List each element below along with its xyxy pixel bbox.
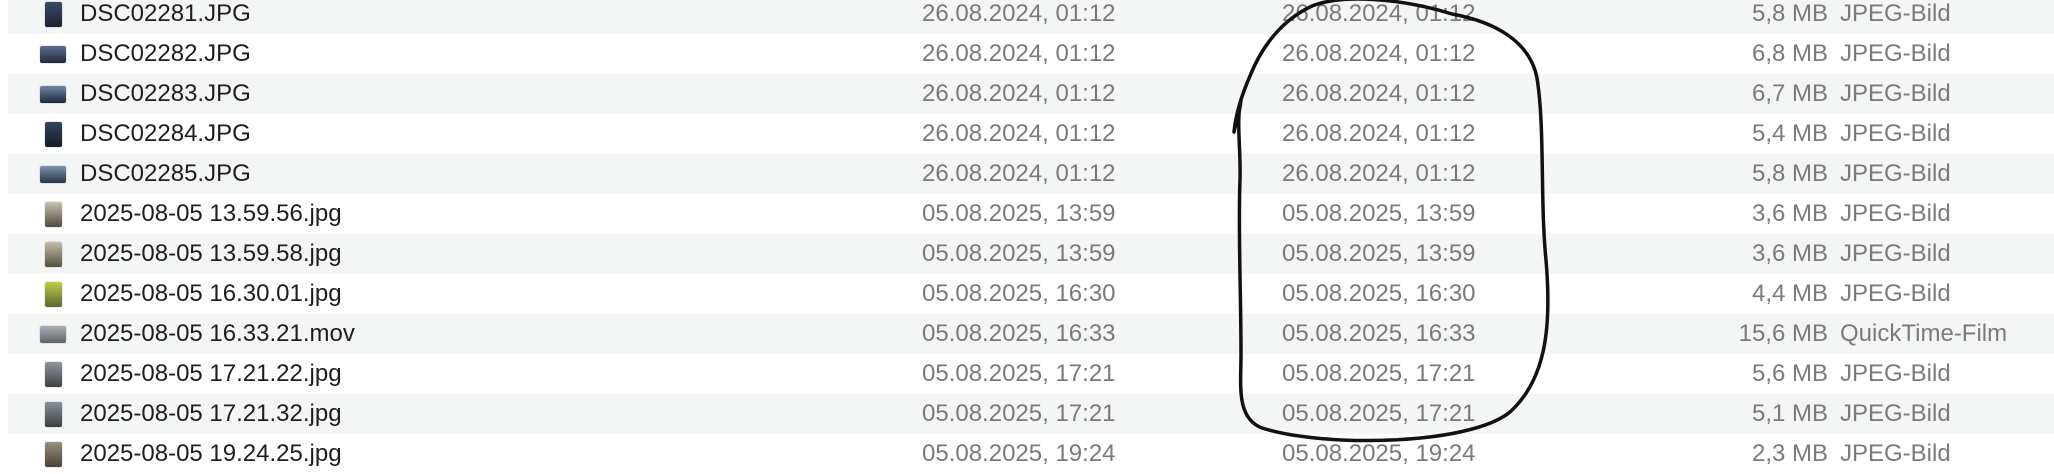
photo-landscape-icon	[40, 41, 66, 67]
video-thumbnail-icon	[40, 321, 66, 347]
file-name: 2025-08-05 13.59.56.jpg	[80, 200, 342, 227]
file-row[interactable]: DSC02281.JPG 26.08.2024, 01:12 26.08.2024,…	[8, 0, 2054, 34]
date-modified: 05.08.2025, 17:21	[1282, 400, 1476, 427]
file-size: 5,4 MB	[1751, 120, 1828, 147]
date-modified: 26.08.2024, 01:12	[1282, 40, 1476, 67]
file-row[interactable]: 2025-08-05 13.59.58.jpg 05.08.2025, 13:59…	[8, 234, 2054, 274]
file-name: DSC02283.JPG	[80, 80, 251, 107]
date-created: 05.08.2025, 17:21	[922, 360, 1116, 387]
date-created: 26.08.2024, 01:12	[922, 120, 1116, 147]
photo-portrait-icon	[40, 361, 66, 387]
file-size: 3,6 MB	[1751, 200, 1828, 227]
thumbnail-image	[44, 241, 62, 267]
date-modified: 05.08.2025, 13:59	[1282, 240, 1476, 267]
date-modified: 05.08.2025, 19:24	[1282, 440, 1476, 467]
thumbnail-image	[44, 361, 62, 387]
date-modified: 26.08.2024, 01:12	[1282, 80, 1476, 107]
photo-portrait-icon	[40, 441, 66, 467]
file-size: 5,8 MB	[1751, 160, 1828, 187]
file-row[interactable]: DSC02283.JPG 26.08.2024, 01:12 26.08.2024,…	[8, 74, 2054, 114]
thumbnail-image	[40, 325, 66, 343]
file-size: 5,8 MB	[1751, 0, 1828, 27]
file-size: 4,4 MB	[1751, 280, 1828, 307]
file-row[interactable]: 2025-08-05 17.21.32.jpg 05.08.2025, 17:21…	[8, 394, 2054, 434]
file-row[interactable]: 2025-08-05 16.30.01.jpg 05.08.2025, 16:30…	[8, 274, 2054, 314]
date-created: 05.08.2025, 19:24	[922, 440, 1116, 467]
date-modified: 26.08.2024, 01:12	[1282, 0, 1476, 27]
file-size: 15,6 MB	[1738, 320, 1828, 347]
thumbnail-image	[44, 1, 62, 27]
thumbnail-image	[44, 401, 62, 427]
file-kind: JPEG-Bild	[1840, 200, 1951, 227]
file-name: 2025-08-05 19.24.25.jpg	[80, 440, 342, 467]
file-kind: JPEG-Bild	[1840, 240, 1951, 267]
date-modified: 26.08.2024, 01:12	[1282, 160, 1476, 187]
file-kind: JPEG-Bild	[1840, 160, 1951, 187]
date-modified: 05.08.2025, 13:59	[1282, 200, 1476, 227]
photo-portrait-icon	[40, 1, 66, 27]
file-name: 2025-08-05 17.21.32.jpg	[80, 400, 342, 427]
date-created: 05.08.2025, 17:21	[922, 400, 1116, 427]
file-name: 2025-08-05 16.33.21.mov	[80, 320, 355, 347]
thumbnail-image	[44, 281, 62, 307]
file-size: 5,1 MB	[1751, 400, 1828, 427]
date-modified: 05.08.2025, 16:33	[1282, 320, 1476, 347]
file-row[interactable]: 2025-08-05 17.21.22.jpg 05.08.2025, 17:21…	[8, 354, 2054, 394]
file-row[interactable]: DSC02284.JPG 26.08.2024, 01:12 26.08.2024,…	[8, 114, 2054, 154]
file-row[interactable]: DSC02285.JPG 26.08.2024, 01:12 26.08.2024,…	[8, 154, 2054, 194]
photo-portrait-icon	[40, 201, 66, 227]
thumbnail-image	[40, 165, 66, 183]
thumbnail-image	[40, 85, 66, 103]
thumbnail-image	[44, 441, 62, 467]
file-size: 6,7 MB	[1751, 80, 1828, 107]
file-name: DSC02284.JPG	[80, 120, 251, 147]
file-size: 2,3 MB	[1751, 440, 1828, 467]
photo-portrait-icon	[40, 121, 66, 147]
file-name: 2025-08-05 16.30.01.jpg	[80, 280, 342, 307]
file-size: 5,6 MB	[1751, 360, 1828, 387]
date-created: 05.08.2025, 13:59	[922, 240, 1116, 267]
date-created: 26.08.2024, 01:12	[922, 80, 1116, 107]
file-kind: JPEG-Bild	[1840, 440, 1951, 467]
file-kind: JPEG-Bild	[1840, 280, 1951, 307]
thumbnail-image	[44, 121, 62, 147]
file-kind: JPEG-Bild	[1840, 360, 1951, 387]
file-kind: JPEG-Bild	[1840, 40, 1951, 67]
date-created: 05.08.2025, 16:30	[922, 280, 1116, 307]
file-name: DSC02281.JPG	[80, 0, 251, 27]
thumbnail-image	[40, 45, 66, 63]
file-kind: QuickTime-Film	[1840, 320, 2008, 347]
date-modified: 05.08.2025, 17:21	[1282, 360, 1476, 387]
file-name: 2025-08-05 17.21.22.jpg	[80, 360, 342, 387]
photo-portrait-icon	[40, 401, 66, 427]
file-size: 6,8 MB	[1751, 40, 1828, 67]
file-kind: JPEG-Bild	[1840, 400, 1951, 427]
file-list: DSC02281.JPG 26.08.2024, 01:12 26.08.2024,…	[0, 0, 2054, 467]
file-row[interactable]: 2025-08-05 13.59.56.jpg 05.08.2025, 13:59…	[8, 194, 2054, 234]
file-name: DSC02282.JPG	[80, 40, 251, 67]
date-created: 26.08.2024, 01:12	[922, 0, 1116, 27]
file-size: 3,6 MB	[1751, 240, 1828, 267]
date-created: 26.08.2024, 01:12	[922, 160, 1116, 187]
date-modified: 26.08.2024, 01:12	[1282, 120, 1476, 147]
file-row[interactable]: DSC02282.JPG 26.08.2024, 01:12 26.08.2024,…	[8, 34, 2054, 74]
thumbnail-image	[44, 201, 62, 227]
file-name: DSC02285.JPG	[80, 160, 251, 187]
file-kind: JPEG-Bild	[1840, 80, 1951, 107]
file-row[interactable]: 2025-08-05 19.24.25.jpg 05.08.2025, 19:24…	[8, 434, 2054, 474]
date-created: 05.08.2025, 16:33	[922, 320, 1116, 347]
date-modified: 05.08.2025, 16:30	[1282, 280, 1476, 307]
photo-portrait-icon	[40, 241, 66, 267]
file-row[interactable]: 2025-08-05 16.33.21.mov 05.08.2025, 16:33…	[8, 314, 2054, 354]
photo-landscape-icon	[40, 161, 66, 187]
file-name: 2025-08-05 13.59.58.jpg	[80, 240, 342, 267]
photo-landscape-icon	[40, 81, 66, 107]
photo-portrait-icon	[40, 281, 66, 307]
date-created: 05.08.2025, 13:59	[922, 200, 1116, 227]
file-kind: JPEG-Bild	[1840, 120, 1951, 147]
file-kind: JPEG-Bild	[1840, 0, 1951, 27]
date-created: 26.08.2024, 01:12	[922, 40, 1116, 67]
